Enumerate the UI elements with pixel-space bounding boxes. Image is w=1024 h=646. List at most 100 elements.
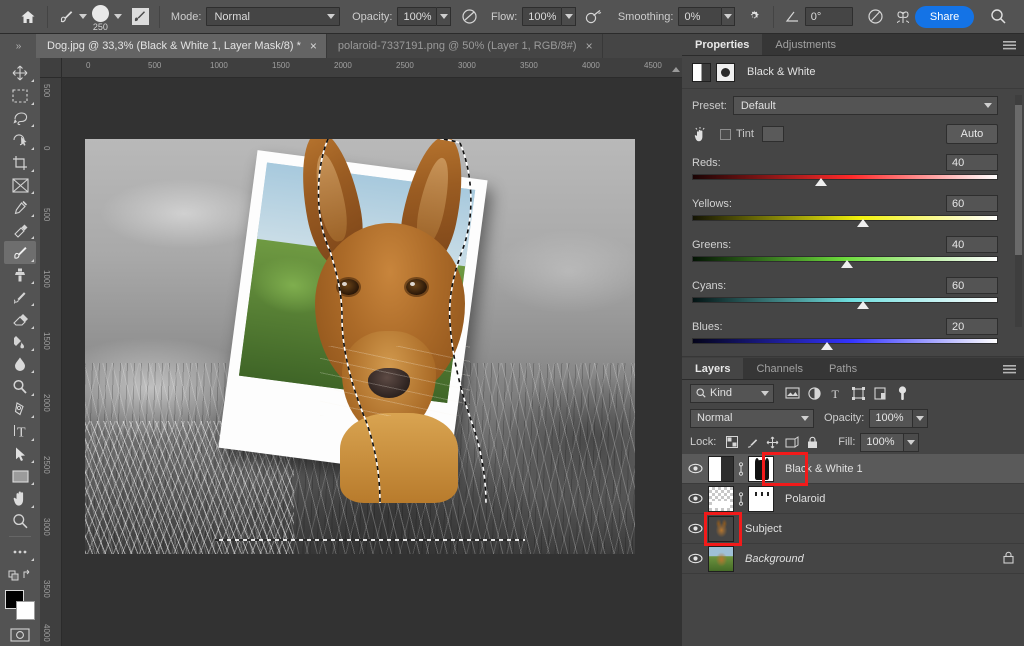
polaroid-mask-thumbnail[interactable] (748, 485, 774, 512)
pixel-filter-icon[interactable] (781, 383, 803, 403)
pressure-size-icon[interactable] (863, 4, 887, 30)
type-filter-icon[interactable]: T (825, 383, 847, 403)
brush-preset-chevron-down-icon[interactable] (78, 14, 87, 19)
slider-track[interactable] (692, 297, 998, 303)
blend-mode-select[interactable]: Normal (206, 7, 341, 26)
tint-checkbox[interactable] (720, 128, 731, 140)
on-image-adjust-icon[interactable] (692, 126, 714, 143)
brush-preset-icon[interactable] (55, 4, 79, 30)
zoom-tool[interactable] (4, 510, 36, 532)
artboard[interactable] (85, 139, 635, 554)
canvas-area[interactable] (62, 78, 682, 646)
flow-input[interactable]: 100% (522, 7, 563, 26)
slider-value[interactable]: 60 (946, 195, 998, 212)
lock-transparent-pixels-icon[interactable] (722, 433, 742, 451)
smoothing-input[interactable]: 0% (678, 7, 722, 26)
layer-visibility-toggle[interactable] (682, 553, 708, 564)
brush-settings-icon[interactable] (128, 4, 152, 30)
tab-paths[interactable]: Paths (816, 358, 870, 379)
default-colors-swap[interactable] (4, 563, 36, 585)
airbrush-icon[interactable] (582, 4, 606, 30)
clone-stamp-tool[interactable] (4, 264, 36, 286)
symmetry-butterfly-icon[interactable] (891, 4, 915, 30)
slider-track[interactable] (692, 174, 998, 180)
horizontal-ruler[interactable]: 0 500 1000 1500 2000 2500 3000 3500 4000… (62, 58, 682, 78)
adjustment-thumbnail[interactable] (708, 455, 734, 482)
mask-link-icon[interactable] (734, 491, 748, 506)
tab-adjustments[interactable]: Adjustments (762, 34, 849, 55)
pen-tool[interactable] (4, 398, 36, 420)
gear-icon[interactable] (742, 4, 766, 30)
layer-name[interactable]: Polaroid (785, 493, 825, 505)
auto-button[interactable]: Auto (946, 124, 998, 144)
home-icon[interactable] (16, 4, 40, 30)
slider-thumb[interactable] (821, 342, 834, 350)
vertical-ruler[interactable]: 500 0 500 1000 1500 2000 2500 3000 3500 … (40, 78, 62, 646)
layer-row-polaroid[interactable]: Polaroid (682, 484, 1024, 514)
preset-select[interactable]: Default (732, 96, 998, 115)
slider-thumb[interactable] (856, 301, 869, 309)
pressure-opacity-icon[interactable] (457, 4, 481, 30)
layer-name[interactable]: Black & White 1 (785, 463, 863, 475)
hand-tool[interactable] (4, 487, 36, 509)
subject-thumbnail[interactable] (708, 515, 734, 542)
blur-tool[interactable] (4, 353, 36, 375)
adjustment-filter-icon[interactable] (803, 383, 825, 403)
background-color-swatch[interactable] (16, 600, 35, 620)
properties-scrollbar[interactable] (1015, 95, 1022, 327)
rectangular-marquee-tool[interactable] (4, 84, 36, 106)
slider-value[interactable]: 40 (946, 154, 998, 171)
share-button[interactable]: Share (914, 5, 975, 28)
smoothing-chevron-down-icon[interactable] (721, 7, 736, 26)
subject-layer-dog[interactable] (290, 139, 500, 503)
background-thumbnail[interactable] (708, 545, 734, 572)
lock-artboard-icon[interactable] (782, 433, 802, 451)
frame-tool[interactable] (4, 174, 36, 196)
mask-link-icon[interactable] (734, 461, 748, 476)
search-icon[interactable] (986, 4, 1010, 30)
move-tool[interactable] (4, 62, 36, 84)
smart-object-filter-icon[interactable] (869, 383, 891, 403)
flow-chevron-down-icon[interactable] (562, 7, 577, 26)
eraser-tool[interactable] (4, 308, 36, 330)
layer-opacity-chevron-down-icon[interactable] (913, 408, 929, 428)
ruler-collapse-arrow-icon[interactable] (672, 63, 680, 75)
double-chevron-right-icon[interactable]: » (0, 34, 36, 58)
object-selection-tool[interactable] (4, 129, 36, 151)
tab-layers[interactable]: Layers (682, 358, 744, 379)
quick-mask-tool[interactable] (4, 624, 36, 646)
slider-track[interactable] (692, 215, 998, 221)
layer-visibility-toggle[interactable] (682, 493, 708, 504)
close-icon[interactable]: × (586, 40, 593, 52)
slider-thumb[interactable] (840, 260, 853, 268)
close-icon[interactable]: × (310, 40, 317, 52)
layer-row-background[interactable]: Background (682, 544, 1024, 574)
edit-toolbar-tool[interactable] (4, 541, 36, 563)
layer-visibility-toggle[interactable] (682, 463, 708, 474)
color-swatches[interactable] (5, 589, 35, 620)
layer-blend-mode-select[interactable]: Normal (690, 408, 814, 428)
eyedropper-tool[interactable] (4, 196, 36, 218)
document-tab-dog[interactable]: Dog.jpg @ 33,3% (Black & White 1, Layer … (36, 34, 327, 58)
rectangle-tool[interactable] (4, 465, 36, 487)
layer-mask-thumbnail[interactable] (748, 455, 774, 482)
slider-thumb[interactable] (814, 178, 827, 186)
lock-image-pixels-icon[interactable] (742, 433, 762, 451)
slider-thumb[interactable] (856, 219, 869, 227)
layer-name[interactable]: Subject (745, 523, 782, 535)
path-selection-tool[interactable] (4, 443, 36, 465)
lock-all-icon[interactable] (802, 433, 822, 451)
history-brush-tool[interactable] (4, 286, 36, 308)
panel-menu-icon[interactable] (1003, 364, 1016, 378)
spot-healing-brush-tool[interactable] (4, 219, 36, 241)
layer-fill-input[interactable]: 100% (860, 432, 905, 452)
layer-visibility-toggle[interactable] (682, 523, 708, 534)
polaroid-thumbnail[interactable] (708, 485, 734, 512)
scrollbar-thumb[interactable] (1015, 105, 1022, 255)
layer-opacity-input[interactable]: 100% (869, 408, 914, 428)
dodge-tool[interactable] (4, 375, 36, 397)
gradient-tool[interactable] (4, 331, 36, 353)
layer-name[interactable]: Background (745, 553, 804, 565)
slider-value[interactable]: 40 (946, 236, 998, 253)
layer-row-subject[interactable]: Subject (682, 512, 1024, 546)
